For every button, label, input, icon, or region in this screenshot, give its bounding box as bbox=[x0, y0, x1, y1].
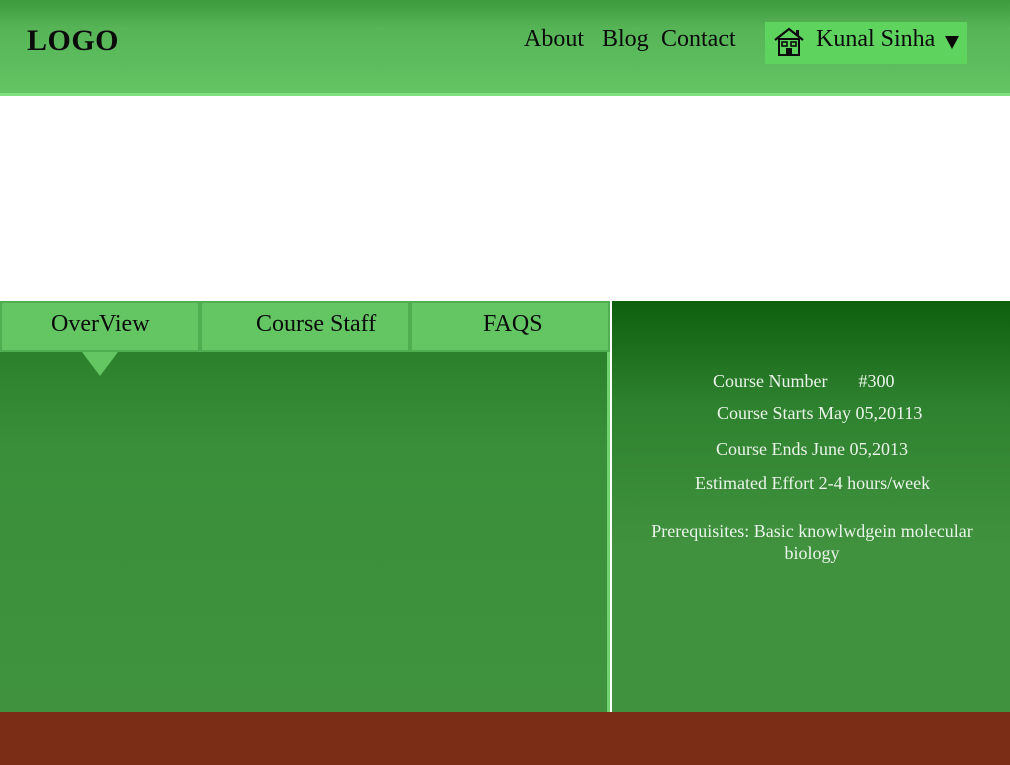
prerequisites: Prerequisites: Basic knowlwdgein molecul… bbox=[651, 521, 973, 563]
caret-down-icon bbox=[945, 36, 959, 49]
course-number-value: #300 bbox=[858, 371, 895, 391]
course-number-label: Course Number bbox=[713, 371, 828, 391]
active-tab-pointer bbox=[82, 352, 118, 376]
tab-overview[interactable]: OverView bbox=[0, 301, 200, 352]
tab-label: Course Staff bbox=[256, 311, 377, 337]
course-end-date: Course Ends June 05,2013 bbox=[716, 439, 908, 459]
course-start-date: Course Starts May 05,20113 bbox=[717, 403, 923, 423]
home-icon bbox=[774, 27, 804, 56]
estimated-effort: Estimated Effort 2-4 hours/week bbox=[695, 473, 931, 493]
logo[interactable]: LOGO bbox=[27, 24, 119, 58]
tab-label: FAQS bbox=[483, 311, 543, 337]
course-content-panel: OverView Course Staff FAQS bbox=[0, 301, 610, 713]
course-info-panel: Course Number #300 Course Starts May 05,2… bbox=[612, 301, 1010, 713]
course-number-row: Course Number #300 bbox=[713, 371, 894, 392]
nav-link-contact[interactable]: Contact bbox=[661, 26, 736, 53]
header: LOGO About Blog Contact Kunal Sinha bbox=[0, 0, 1010, 96]
user-menu[interactable]: Kunal Sinha bbox=[765, 22, 967, 64]
page: LOGO About Blog Contact Kunal Sinha Over… bbox=[0, 0, 1010, 765]
nav-link-about[interactable]: About bbox=[524, 26, 584, 53]
tab-label: OverView bbox=[51, 311, 150, 337]
nav-link-blog[interactable]: Blog bbox=[602, 26, 649, 53]
footer bbox=[0, 712, 1010, 765]
tab-course-staff[interactable]: Course Staff bbox=[200, 301, 410, 352]
tab-faqs[interactable]: FAQS bbox=[410, 301, 610, 352]
user-name: Kunal Sinha bbox=[816, 26, 936, 52]
course-tabs: OverView Course Staff FAQS bbox=[0, 301, 610, 352]
